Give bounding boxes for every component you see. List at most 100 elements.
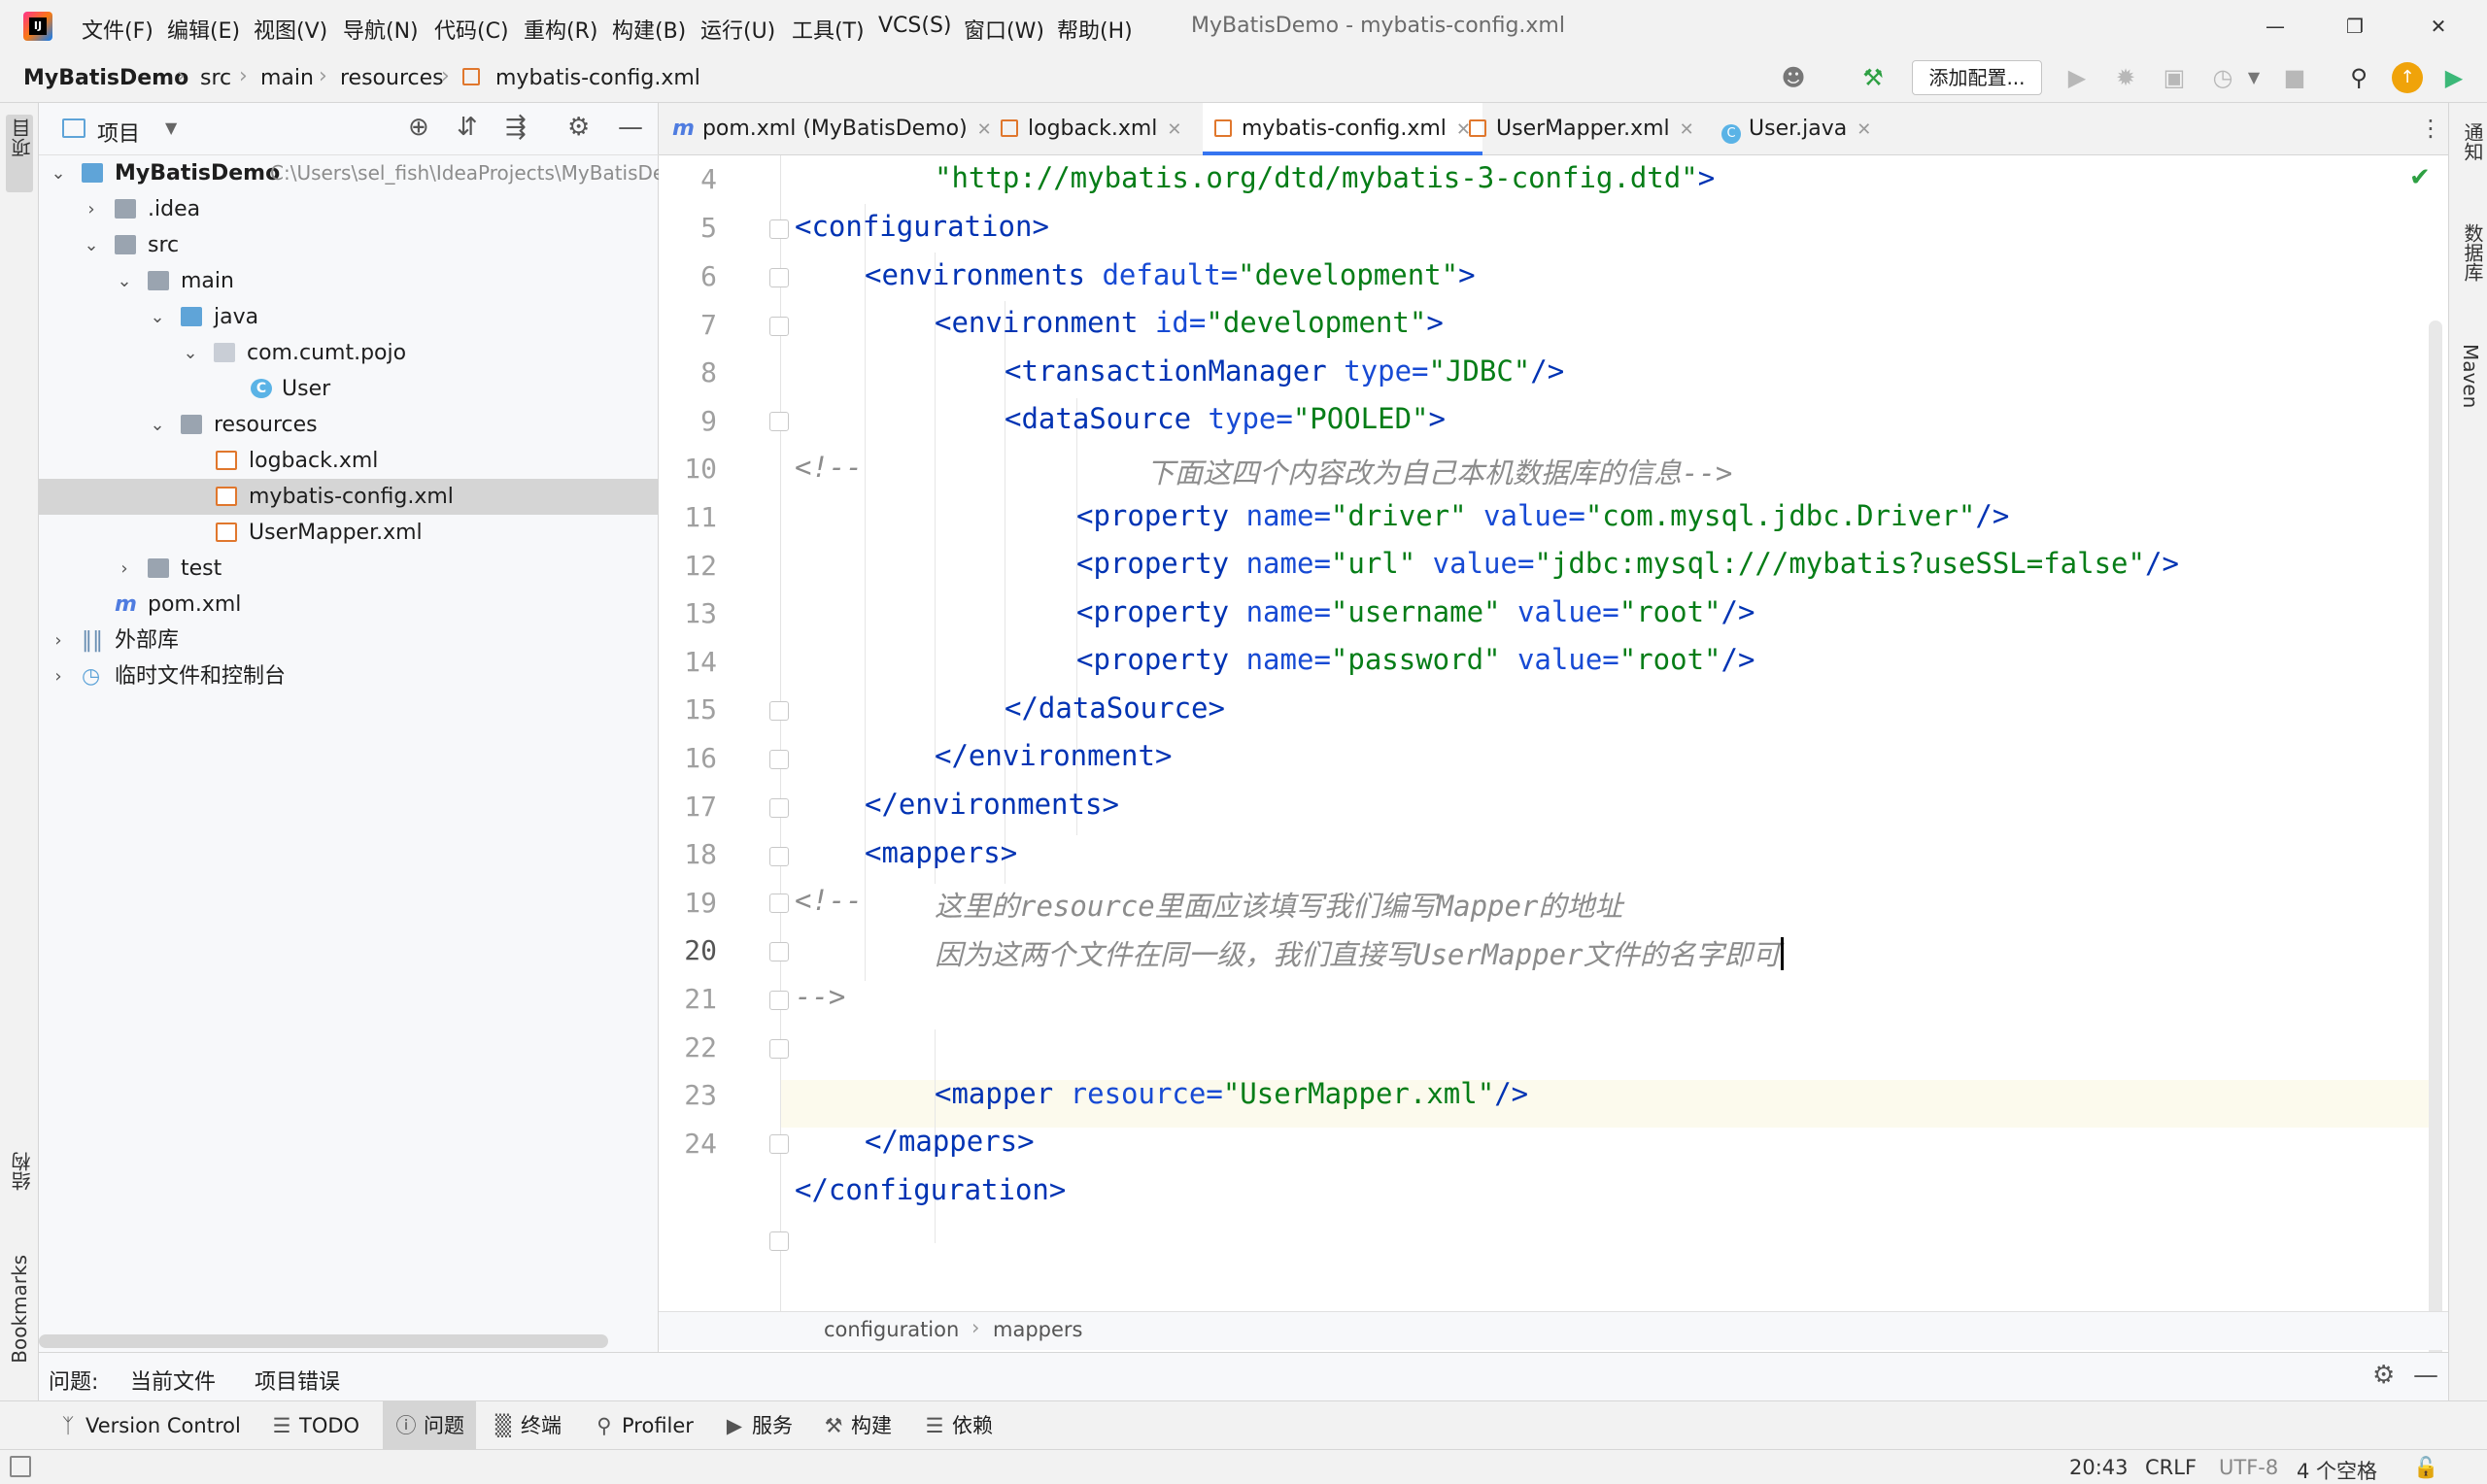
chevron-right-icon[interactable]: › <box>82 191 101 227</box>
hide-panel-icon[interactable]: — <box>618 113 643 142</box>
breadcrumb-main[interactable]: main <box>260 66 314 90</box>
tab-version-control[interactable]: ᛉ Version Control <box>56 1401 241 1450</box>
chevron-down-icon[interactable]: ⌄ <box>148 299 167 335</box>
tree-item-src[interactable]: ⌄ src <box>39 227 659 263</box>
fold-marker-icon[interactable] <box>769 412 789 431</box>
gear-icon[interactable]: ⚙ <box>2372 1361 2395 1390</box>
breadcrumb-configuration[interactable]: configuration <box>824 1318 959 1341</box>
chevron-down-icon[interactable]: ▼ <box>165 118 177 137</box>
menu-refactor[interactable]: 重构(R) <box>524 14 597 45</box>
hide-panel-icon[interactable]: — <box>2413 1361 2438 1390</box>
horizontal-scrollbar[interactable] <box>39 1334 608 1348</box>
caret-position[interactable]: 20:43 <box>2069 1456 2129 1479</box>
chevron-right-icon[interactable]: › <box>49 658 68 694</box>
tab-todo[interactable]: ☰ TODO <box>270 1401 359 1450</box>
tab-terminal[interactable]: ▒ 终端 <box>492 1401 562 1450</box>
jetbrains-toolbox-icon[interactable]: ▶ <box>2438 62 2470 93</box>
tab-profiler[interactable]: ⚲ Profiler <box>593 1401 694 1450</box>
tree-item-main[interactable]: ⌄ main <box>39 263 659 299</box>
menu-tools[interactable]: 工具(T) <box>792 14 865 45</box>
tab-build[interactable]: ⚒ 构建 <box>822 1401 892 1450</box>
fold-marker-icon[interactable] <box>769 991 789 1010</box>
fold-marker-icon[interactable] <box>769 798 789 818</box>
fold-marker-icon[interactable] <box>769 942 789 961</box>
fold-marker-icon[interactable] <box>769 1039 789 1059</box>
tree-item-java[interactable]: ⌄ java <box>39 299 659 335</box>
breadcrumb-resources[interactable]: resources <box>340 66 444 90</box>
project-toolwindow-tab[interactable]: 项目 <box>8 118 36 157</box>
fold-marker-icon[interactable] <box>769 1134 789 1154</box>
chevron-down-icon[interactable]: ⌄ <box>148 407 167 443</box>
chevron-down-icon[interactable]: ⌄ <box>181 335 200 371</box>
tab-services[interactable]: ▶ 服务 <box>723 1401 793 1450</box>
tree-item-user-class[interactable]: C User <box>39 371 659 407</box>
update-icon[interactable]: ↑ <box>2392 62 2423 93</box>
menu-navigate[interactable]: 导航(N) <box>343 14 419 45</box>
close-tab-icon[interactable]: ✕ <box>1167 119 1181 140</box>
menu-build[interactable]: 构建(B) <box>612 14 686 45</box>
tree-item-resources[interactable]: ⌄ resources <box>39 407 659 443</box>
close-tab-icon[interactable]: ✕ <box>977 119 992 140</box>
indent-setting[interactable]: 4 个空格 <box>2297 1456 2377 1484</box>
tab-dependencies[interactable]: ☰ 依赖 <box>923 1401 993 1450</box>
fold-marker-icon[interactable] <box>769 701 789 721</box>
code-editor[interactable]: 4 5 6 7 8 9 10 11 12 13 14 15 16 17 18 1… <box>659 155 2448 1399</box>
breadcrumb-file[interactable]: mybatis-config.xml <box>495 66 700 90</box>
tab-usermapper[interactable]: UserMapper.xml ✕ <box>1469 103 1694 155</box>
tree-item-external-libraries[interactable]: › ‖‖ 外部库 <box>39 623 659 658</box>
gear-icon[interactable]: ⚙ <box>567 113 590 142</box>
structure-toolwindow-tab[interactable]: 结构 <box>8 1152 36 1191</box>
run-icon[interactable]: ▶ <box>2061 62 2093 93</box>
fold-marker-icon[interactable] <box>769 847 789 866</box>
chevron-down-icon[interactable]: ⌄ <box>49 155 68 191</box>
file-encoding[interactable]: UTF-8 <box>2219 1456 2278 1479</box>
chevron-right-icon[interactable]: › <box>115 551 134 587</box>
chevron-down-icon[interactable]: ▼ <box>2238 62 2269 93</box>
menu-view[interactable]: 视图(V) <box>254 14 327 45</box>
restore-icon[interactable]: ❐ <box>2335 10 2374 43</box>
user-account-icon[interactable]: ☻ <box>1778 62 1809 93</box>
add-configuration-button[interactable]: 添加配置... <box>1912 60 2042 95</box>
coverage-icon[interactable]: ▣ <box>2159 62 2190 93</box>
fold-marker-icon[interactable] <box>769 1231 789 1251</box>
tree-item-project-root[interactable]: ⌄ MyBatisDemo C:\Users\sel_fish\IdeaProj… <box>39 155 696 191</box>
tree-item-logback[interactable]: logback.xml <box>39 443 659 479</box>
close-icon[interactable]: ✕ <box>2419 10 2458 43</box>
menu-window[interactable]: 窗口(W) <box>964 14 1044 45</box>
bookmarks-toolwindow-tab[interactable]: Bookmarks <box>8 1255 31 1364</box>
menu-vcs[interactable]: VCS(S) <box>878 14 952 38</box>
fold-marker-icon[interactable] <box>769 317 789 336</box>
vertical-scrollbar[interactable] <box>2429 320 2442 1399</box>
database-toolwindow-tab[interactable]: 数据库 <box>2459 223 2487 282</box>
collapse-all-icon[interactable]: ⇶ <box>505 113 527 142</box>
breadcrumb-mappers[interactable]: mappers <box>993 1318 1082 1341</box>
no-problems-check-icon[interactable]: ✔ <box>2409 163 2431 192</box>
tree-item-idea[interactable]: › .idea <box>39 191 659 227</box>
lock-icon[interactable]: 🔓 <box>2413 1456 2438 1480</box>
stop-icon[interactable]: ■ <box>2279 62 2310 93</box>
menu-code[interactable]: 代码(C) <box>434 14 509 45</box>
expand-all-icon[interactable]: ⇵ <box>457 113 478 142</box>
menu-file[interactable]: 文件(F) <box>82 14 153 45</box>
tab-pom[interactable]: m pom.xml (MyBatisDemo) ✕ <box>672 103 992 155</box>
tab-user-java[interactable]: C User.java ✕ <box>1721 103 1871 155</box>
tree-item-test[interactable]: › test <box>39 551 659 587</box>
locate-file-icon[interactable]: ⊕ <box>408 113 429 142</box>
tree-item-package[interactable]: ⌄ com.cumt.pojo <box>39 335 659 371</box>
minimize-icon[interactable]: — <box>2256 10 2295 43</box>
tree-item-scratches[interactable]: › ◷ 临时文件和控制台 <box>39 658 659 694</box>
chevron-down-icon[interactable]: ⌄ <box>115 263 134 299</box>
search-icon[interactable]: ⚲ <box>2343 62 2374 93</box>
chevron-down-icon[interactable]: ⌄ <box>82 227 101 263</box>
breadcrumb-src[interactable]: src <box>200 66 231 90</box>
fold-marker-icon[interactable] <box>769 219 789 239</box>
line-separator[interactable]: CRLF <box>2145 1456 2197 1479</box>
menu-edit[interactable]: 编辑(E) <box>167 14 240 45</box>
chevron-right-icon[interactable]: › <box>49 623 68 658</box>
tree-item-mybatis-config[interactable]: mybatis-config.xml <box>39 479 659 515</box>
fold-marker-icon[interactable] <box>769 894 789 913</box>
breadcrumb-project[interactable]: MyBatisDemo <box>23 66 188 90</box>
tab-project-errors[interactable]: 项目错误 <box>255 1365 340 1396</box>
toggle-toolwindows-icon[interactable] <box>10 1456 31 1477</box>
project-panel-title[interactable]: 项目 <box>97 117 140 148</box>
